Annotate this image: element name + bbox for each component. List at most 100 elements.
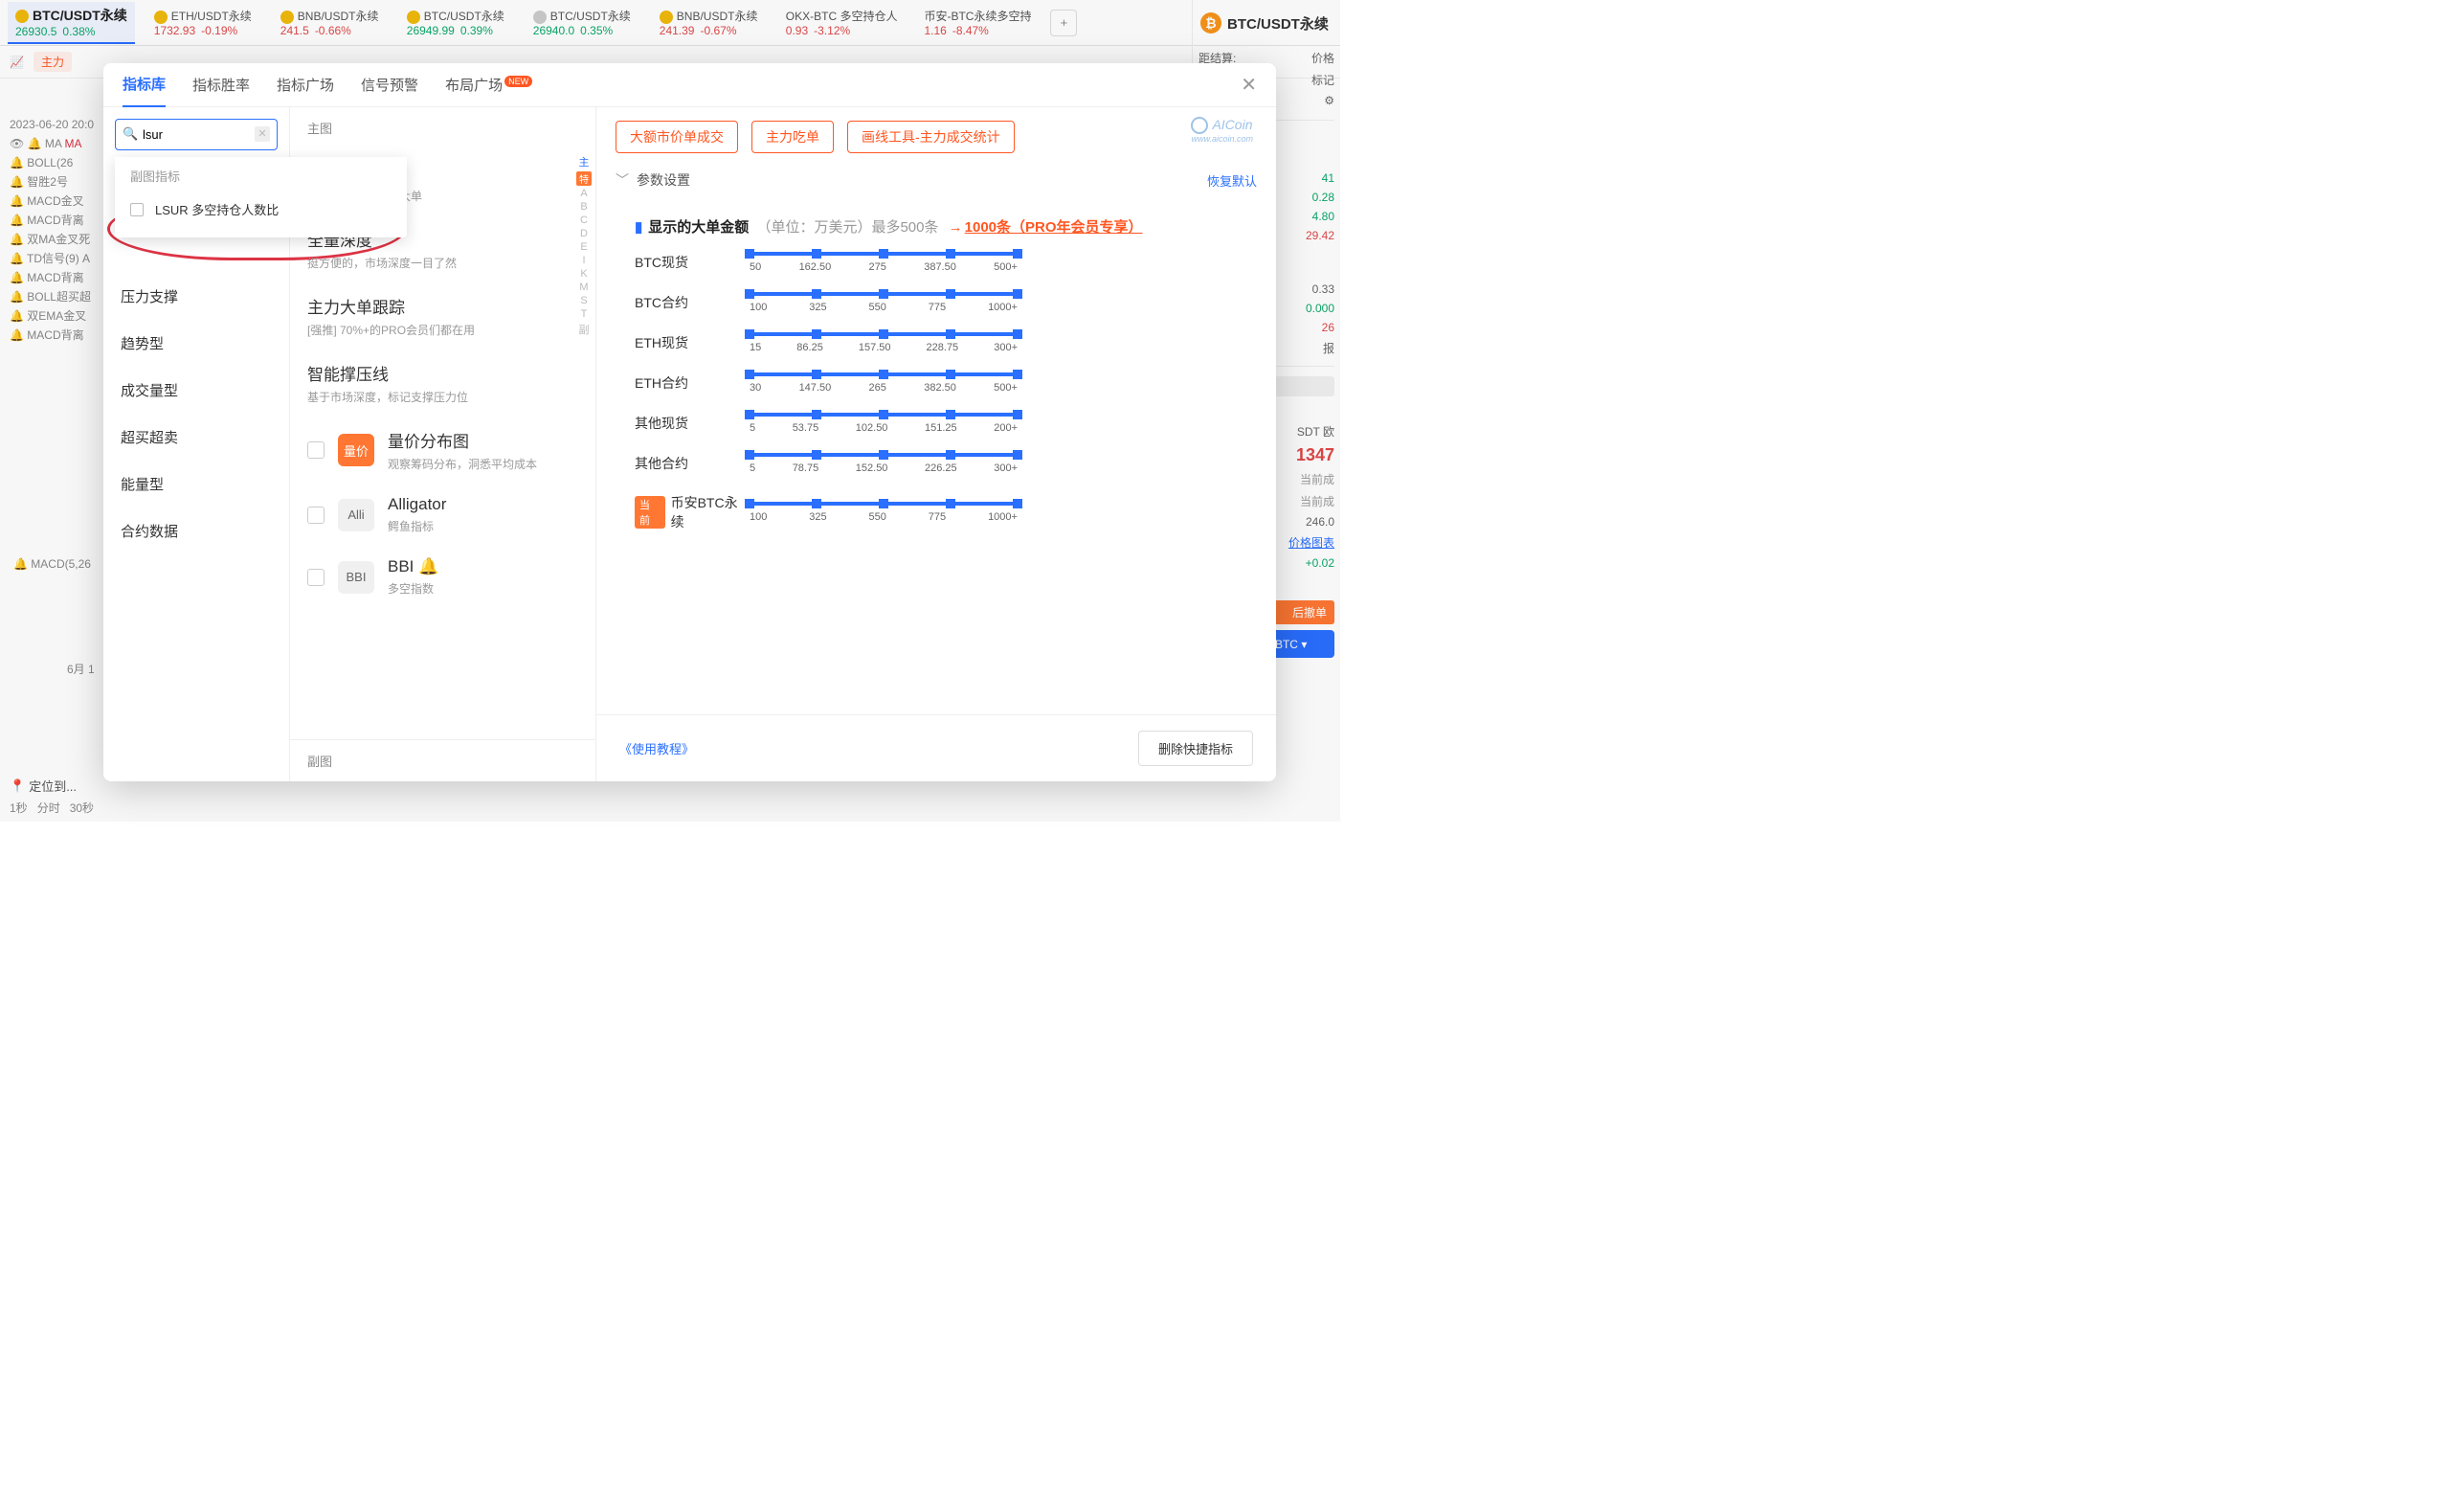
slider-handle[interactable] bbox=[946, 499, 955, 508]
indicator-item[interactable]: 主力大单跟踪[强推] 70%+的PRO会员们都在用 bbox=[290, 282, 595, 350]
range-slider[interactable]: 1003255507751000+ bbox=[750, 502, 1018, 523]
close-icon[interactable]: ✕ bbox=[1241, 73, 1257, 97]
indicator-item[interactable]: 智能撑压线基于市场深度，标记支撑压力位 bbox=[290, 350, 595, 417]
range-slider[interactable]: 1586.25157.50228.75300+ bbox=[750, 332, 1018, 353]
checkbox-icon[interactable] bbox=[307, 569, 325, 586]
range-slider[interactable]: 553.75102.50151.25200+ bbox=[750, 413, 1018, 434]
slider-row: ETH现货1586.25157.50228.75300+ bbox=[635, 332, 1253, 353]
slider-handle[interactable] bbox=[812, 370, 821, 379]
slider-handle[interactable] bbox=[745, 289, 754, 299]
delete-shortcut-button[interactable]: 删除快捷指标 bbox=[1138, 731, 1253, 766]
alpha-rail[interactable]: 主特ABCDEIKMST副 bbox=[576, 154, 592, 337]
slider-handle[interactable] bbox=[946, 329, 955, 339]
checkbox-icon[interactable] bbox=[130, 203, 144, 216]
chip-row: 大额市价单成交主力吃单画线工具-主力成交统计 bbox=[596, 107, 1276, 163]
section-title: ▮显示的大单金额 （单位：万美元）最多500条 →1000条（PRO年会员专享） bbox=[635, 216, 1253, 237]
slider-handle[interactable] bbox=[879, 410, 888, 419]
slider-handle[interactable] bbox=[879, 249, 888, 259]
slider-handle[interactable] bbox=[879, 450, 888, 460]
list-head-main: 主图 bbox=[290, 107, 595, 148]
slider-handle[interactable] bbox=[812, 329, 821, 339]
slider-handle[interactable] bbox=[1013, 370, 1022, 379]
slider-handle[interactable] bbox=[812, 450, 821, 460]
slider-row: 当前币安BTC永续1003255507751000+ bbox=[635, 493, 1253, 531]
filter-chip[interactable]: 主力吃单 bbox=[751, 121, 834, 153]
slider-handle[interactable] bbox=[812, 410, 821, 419]
search-input[interactable] bbox=[115, 119, 278, 150]
indicator-item[interactable]: 量价量价分布图观察筹码分布，洞悉平均成本 bbox=[290, 417, 595, 484]
clear-search-icon[interactable]: ✕ bbox=[255, 126, 270, 142]
checkbox-icon[interactable] bbox=[307, 507, 325, 524]
slider-handle[interactable] bbox=[745, 249, 754, 259]
slider-handle[interactable] bbox=[812, 249, 821, 259]
range-slider[interactable]: 30147.50265382.50500+ bbox=[750, 372, 1018, 394]
param-label: 参数设置 bbox=[637, 170, 690, 190]
slider-handle[interactable] bbox=[1013, 249, 1022, 259]
slider-handle[interactable] bbox=[1013, 499, 1022, 508]
restore-default-button[interactable]: 恢复默认 bbox=[1207, 171, 1257, 190]
pro-upgrade-link[interactable]: →1000条（PRO年会员专享） bbox=[947, 219, 1143, 236]
search-result-lsur[interactable]: LSUR 多空持仓人数比 bbox=[115, 191, 407, 228]
modal-tabs: 指标库 指标胜率 指标广场 信号预警 布局广场NEW ✕ bbox=[103, 63, 1276, 107]
filter-chip[interactable]: 大额市价单成交 bbox=[616, 121, 738, 153]
indicator-badge: BBI bbox=[338, 561, 374, 594]
range-slider[interactable]: 50162.50275387.50500+ bbox=[750, 252, 1018, 273]
param-body: ▮显示的大单金额 （单位：万美元）最多500条 →1000条（PRO年会员专享）… bbox=[596, 197, 1276, 714]
new-badge: NEW bbox=[504, 76, 532, 87]
search-icon: 🔍 bbox=[123, 126, 138, 142]
slider-handle[interactable] bbox=[879, 499, 888, 508]
slider-handle[interactable] bbox=[1013, 450, 1022, 460]
slider-row: BTC现货50162.50275387.50500+ bbox=[635, 252, 1253, 273]
slider-handle[interactable] bbox=[745, 499, 754, 508]
search-dropdown: 副图指标 LSUR 多空持仓人数比 bbox=[115, 157, 407, 237]
category-item[interactable]: 能量型 bbox=[103, 461, 289, 507]
checkbox-icon[interactable] bbox=[307, 441, 325, 459]
slider-row: 其他合约578.75152.50226.25300+ bbox=[635, 453, 1253, 474]
slider-handle[interactable] bbox=[946, 249, 955, 259]
tab-winrate[interactable]: 指标胜率 bbox=[192, 63, 250, 106]
slider-handle[interactable] bbox=[812, 289, 821, 299]
dropdown-section-label: 副图指标 bbox=[115, 157, 407, 191]
detail-footer: 《使用教程》 删除快捷指标 bbox=[596, 714, 1276, 781]
tutorial-link[interactable]: 《使用教程》 bbox=[619, 739, 694, 757]
range-slider[interactable]: 578.75152.50226.25300+ bbox=[750, 453, 1018, 474]
param-header[interactable]: ﹀ 参数设置 恢复默认 bbox=[596, 163, 1276, 197]
slider-handle[interactable] bbox=[946, 410, 955, 419]
search-box: 🔍 ✕ bbox=[115, 119, 278, 150]
category-item[interactable]: 成交量型 bbox=[103, 367, 289, 414]
indicator-badge: 量价 bbox=[338, 434, 374, 466]
slider-handle[interactable] bbox=[745, 410, 754, 419]
slider-row: ETH合约30147.50265382.50500+ bbox=[635, 372, 1253, 394]
slider-handle[interactable] bbox=[946, 370, 955, 379]
current-badge: 当前 bbox=[635, 496, 665, 529]
slider-handle[interactable] bbox=[1013, 289, 1022, 299]
slider-handle[interactable] bbox=[1013, 410, 1022, 419]
slider-handle[interactable] bbox=[879, 329, 888, 339]
indicator-badge: Alli bbox=[338, 499, 374, 531]
slider-row: 其他现货553.75102.50151.25200+ bbox=[635, 413, 1253, 434]
category-item[interactable]: 趋势型 bbox=[103, 320, 289, 367]
indicator-item[interactable]: AlliAlligator鳄鱼指标 bbox=[290, 484, 595, 546]
tab-market[interactable]: 指标广场 bbox=[277, 63, 334, 106]
tab-alerts[interactable]: 信号预警 bbox=[361, 63, 418, 106]
left-search-column: 🔍 ✕ 副图指标 LSUR 多空持仓人数比 压力支撑趋势型成交量型超买超卖能量型… bbox=[103, 107, 290, 781]
range-slider[interactable]: 1003255507751000+ bbox=[750, 292, 1018, 313]
tab-library[interactable]: 指标库 bbox=[123, 62, 166, 107]
indicator-item[interactable]: BBIBBI 🔔多空指数 bbox=[290, 546, 595, 608]
tab-layouts[interactable]: 布局广场NEW bbox=[445, 63, 532, 106]
slider-handle[interactable] bbox=[812, 499, 821, 508]
category-list: 压力支撑趋势型成交量型超买超卖能量型合约数据 bbox=[103, 273, 289, 781]
slider-handle[interactable] bbox=[946, 450, 955, 460]
slider-handle[interactable] bbox=[946, 289, 955, 299]
slider-handle[interactable] bbox=[1013, 329, 1022, 339]
category-item[interactable]: 超买超卖 bbox=[103, 414, 289, 461]
slider-handle[interactable] bbox=[745, 329, 754, 339]
slider-handle[interactable] bbox=[745, 370, 754, 379]
indicator-modal: 指标库 指标胜率 指标广场 信号预警 布局广场NEW ✕ AICoin www.… bbox=[103, 63, 1276, 781]
filter-chip[interactable]: 画线工具-主力成交统计 bbox=[847, 121, 1015, 153]
slider-handle[interactable] bbox=[879, 370, 888, 379]
category-item[interactable]: 合约数据 bbox=[103, 507, 289, 554]
slider-handle[interactable] bbox=[879, 289, 888, 299]
category-item[interactable]: 压力支撑 bbox=[103, 273, 289, 320]
slider-handle[interactable] bbox=[745, 450, 754, 460]
